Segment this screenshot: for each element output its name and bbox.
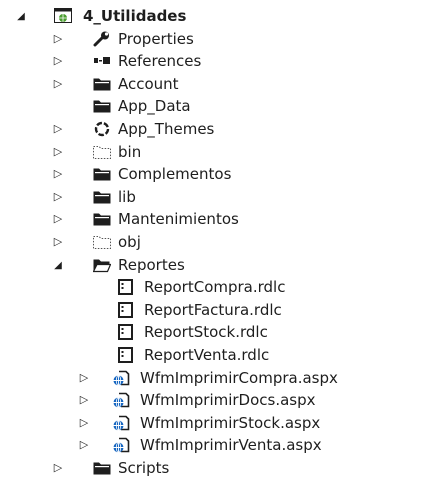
report-file-icon — [117, 346, 135, 363]
folder-icon — [93, 189, 111, 205]
collapsed-arrow-icon[interactable] — [51, 163, 65, 185]
tree-node-label: App_Themes — [118, 119, 215, 138]
tree-node-label: WfmImprimirCompra.aspx — [140, 368, 338, 387]
tree-node-label: WfmImprimirVenta.aspx — [140, 436, 322, 455]
folder-icon — [93, 166, 111, 182]
report-file-icon — [117, 324, 135, 341]
expanded-arrow-icon[interactable] — [51, 254, 65, 276]
tree-node-lib[interactable]: lib — [0, 186, 438, 209]
tree-node-scripts[interactable]: Scripts — [0, 457, 438, 480]
tree-node-complementos[interactable]: Complementos — [0, 163, 438, 186]
tree-node-label: WfmImprimirDocs.aspx — [140, 391, 316, 410]
tree-node-wfm-stock[interactable]: WfmImprimirStock.aspx — [0, 412, 438, 435]
folder-icon — [93, 460, 111, 476]
collapsed-arrow-icon[interactable] — [51, 118, 65, 140]
tree-node-label: ReportCompra.rdlc — [144, 278, 286, 297]
collapsed-arrow-icon[interactable] — [51, 141, 65, 163]
tree-node-label: lib — [118, 187, 136, 206]
tree-node-project[interactable]: 4_Utilidades — [0, 5, 438, 28]
open-folder-icon — [93, 257, 111, 273]
tree-node-label: Scripts — [118, 458, 170, 477]
tree-node-label: Properties — [118, 29, 194, 48]
tree-node-account[interactable]: Account — [0, 73, 438, 96]
tree-node-label: Reportes — [118, 255, 185, 274]
hidden-folder-icon — [93, 234, 111, 250]
tree-node-label: ReportStock.rdlc — [144, 323, 268, 342]
tree-node-app-data[interactable]: App_Data — [0, 95, 438, 118]
tree-node-obj[interactable]: obj — [0, 231, 438, 254]
tree-node-label: Complementos — [118, 165, 232, 184]
references-icon — [93, 53, 111, 69]
collapsed-arrow-icon[interactable] — [51, 231, 65, 253]
collapsed-arrow-icon[interactable] — [77, 367, 91, 389]
solution-explorer-tree: 4_Utilidades Properties References — [0, 5, 438, 479]
tree-node-bin[interactable]: bin — [0, 141, 438, 164]
tree-node-label: 4_Utilidades — [83, 7, 187, 25]
collapsed-arrow-icon[interactable] — [51, 73, 65, 95]
tree-node-label: WfmImprimirStock.aspx — [140, 413, 321, 432]
tree-node-mantenimientos[interactable]: Mantenimientos — [0, 208, 438, 231]
folder-icon — [93, 211, 111, 227]
collapsed-arrow-icon[interactable] — [51, 186, 65, 208]
tree-node-label: References — [118, 52, 202, 71]
hidden-folder-icon — [93, 144, 111, 160]
web-project-icon — [54, 8, 72, 24]
collapsed-arrow-icon[interactable] — [51, 28, 65, 50]
collapsed-arrow-icon[interactable] — [51, 208, 65, 230]
tree-node-wfm-venta[interactable]: WfmImprimirVenta.aspx — [0, 434, 438, 457]
report-file-icon — [117, 301, 135, 318]
collapsed-arrow-icon[interactable] — [77, 434, 91, 456]
tree-node-references[interactable]: References — [0, 50, 438, 73]
web-form-icon — [112, 415, 130, 431]
folder-icon — [93, 98, 111, 114]
tree-node-wfm-compra[interactable]: WfmImprimirCompra.aspx — [0, 367, 438, 390]
tree-node-label: Account — [118, 74, 179, 93]
folder-icon — [93, 76, 111, 92]
tree-node-label: ReportVenta.rdlc — [144, 345, 270, 364]
collapsed-arrow-icon[interactable] — [77, 389, 91, 411]
report-file-icon — [117, 279, 135, 296]
tree-node-report-venta[interactable]: ReportVenta.rdlc — [0, 344, 438, 367]
wrench-icon — [93, 31, 111, 47]
tree-node-label: ReportFactura.rdlc — [144, 300, 282, 319]
web-form-icon — [112, 370, 130, 386]
tree-node-properties[interactable]: Properties — [0, 28, 438, 51]
collapsed-arrow-icon[interactable] — [51, 457, 65, 479]
tree-node-label: bin — [118, 142, 142, 161]
tree-node-reportes[interactable]: Reportes — [0, 254, 438, 277]
tree-node-label: Mantenimientos — [118, 210, 239, 229]
expanded-arrow-icon[interactable] — [14, 5, 28, 27]
collapsed-arrow-icon[interactable] — [51, 50, 65, 72]
tree-node-report-compra[interactable]: ReportCompra.rdlc — [0, 276, 438, 299]
themes-icon — [93, 121, 111, 137]
tree-node-app-themes[interactable]: App_Themes — [0, 118, 438, 141]
tree-node-label: obj — [118, 232, 141, 251]
web-form-icon — [112, 392, 130, 408]
tree-node-report-factura[interactable]: ReportFactura.rdlc — [0, 299, 438, 322]
collapsed-arrow-icon[interactable] — [77, 412, 91, 434]
tree-node-label: App_Data — [118, 97, 191, 116]
tree-node-wfm-docs[interactable]: WfmImprimirDocs.aspx — [0, 389, 438, 412]
web-form-icon — [112, 437, 130, 454]
tree-node-report-stock[interactable]: ReportStock.rdlc — [0, 321, 438, 344]
